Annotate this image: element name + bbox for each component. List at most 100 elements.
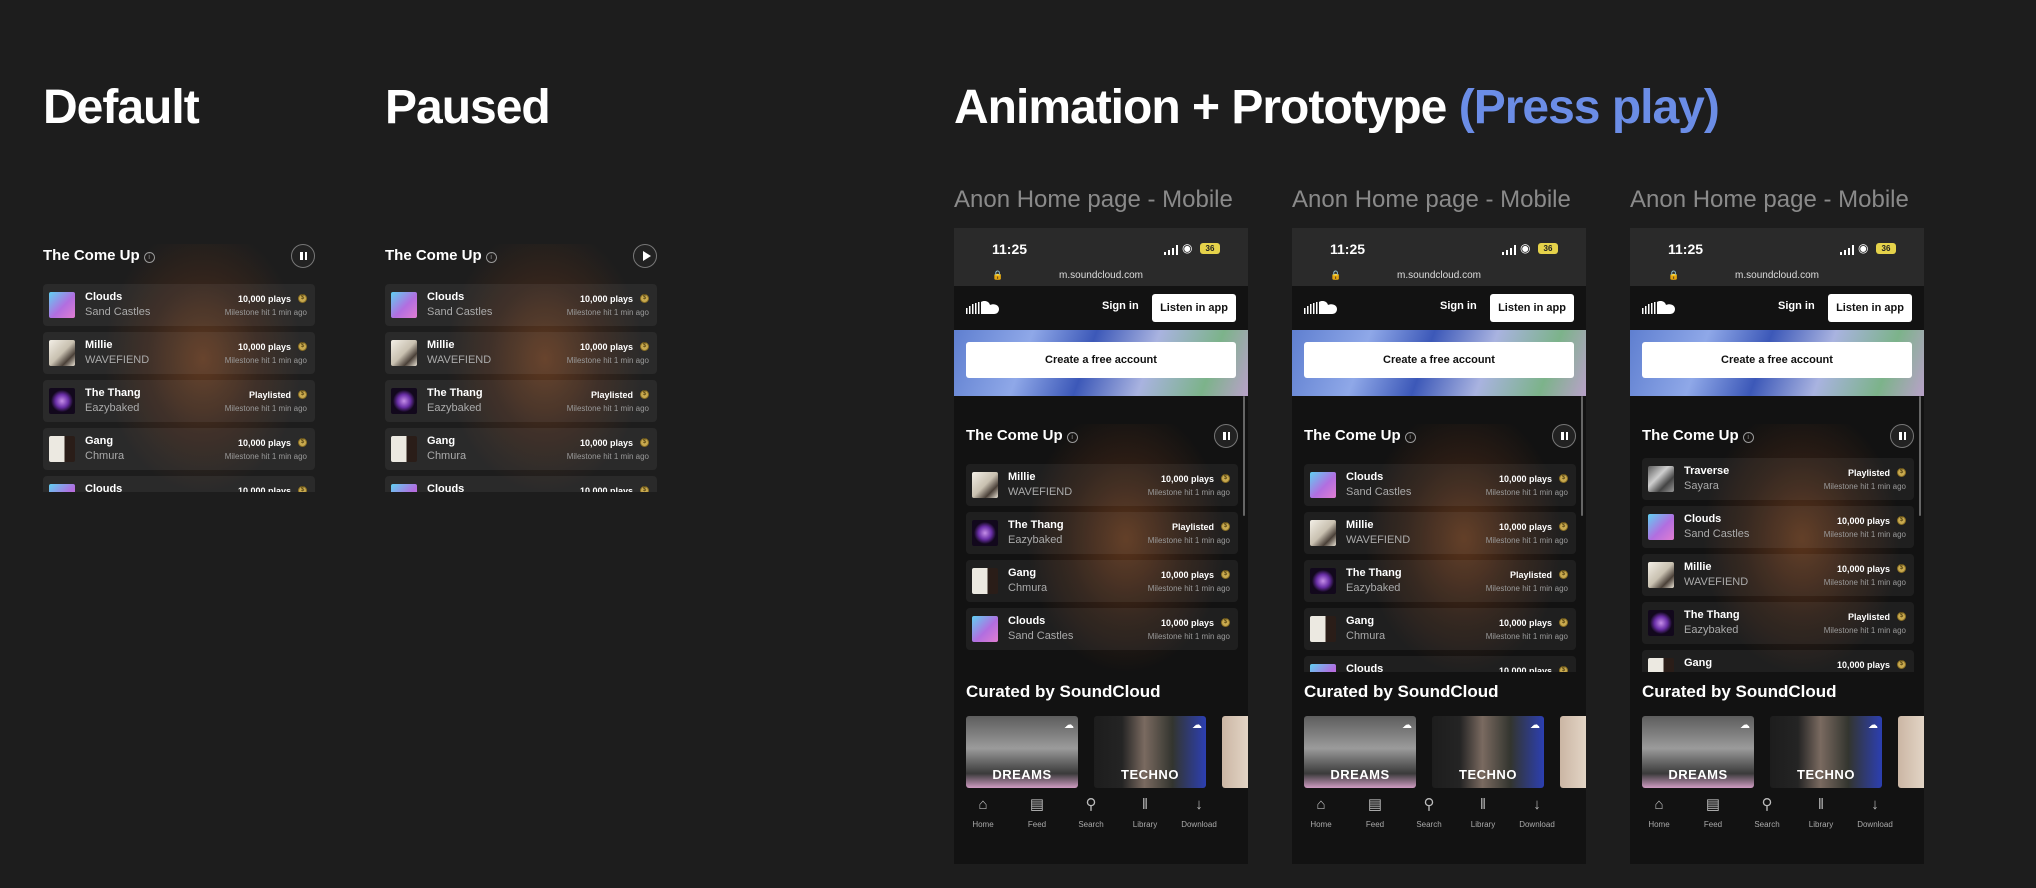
soundcloud-logo-icon[interactable]: [966, 298, 1002, 316]
pause-button[interactable]: [1214, 424, 1238, 448]
tab-home[interactable]: ⌂ Home: [1294, 796, 1348, 829]
soundcloud-logo-icon[interactable]: [1642, 298, 1678, 316]
tab-download[interactable]: ↓ Download: [1510, 796, 1564, 829]
sign-in-link[interactable]: Sign in: [1778, 300, 1815, 312]
tab-download[interactable]: ↓ Download: [1848, 796, 1902, 829]
listen-in-app-button[interactable]: Listen in app: [1828, 294, 1912, 322]
track-row[interactable]: CloudsSand Castles10,000 plays$Milestone…: [1304, 464, 1576, 506]
scrollbar[interactable]: [1581, 396, 1583, 516]
track-row[interactable]: The Thang Eazybaked Playlisted $ Milestone h…: [385, 380, 657, 422]
tab-search[interactable]: ⚲ Search: [1402, 796, 1456, 829]
playlist-card-techno[interactable]: ☁ TECHNO: [1432, 716, 1544, 788]
track-row[interactable]: Clouds 10,000 plays $: [385, 476, 657, 492]
playlist-card-dreams[interactable]: ☁ DREAMS: [1642, 716, 1754, 788]
listen-in-app-button[interactable]: Listen in app: [1490, 294, 1574, 322]
track-name: Clouds: [1346, 663, 1384, 672]
tab-feed[interactable]: ▤ Feed: [1348, 796, 1402, 829]
pause-button[interactable]: [291, 244, 315, 268]
track-row[interactable]: CloudsSand Castles10,000 plays$Milestone…: [1642, 506, 1914, 548]
home-icon: ⌂: [1316, 796, 1326, 813]
url-bar[interactable]: m.soundcloud.com: [1292, 270, 1586, 281]
track-artist: Chmura: [427, 450, 467, 462]
track-artwork: [49, 292, 75, 318]
track-row[interactable]: Millie WAVEFIEND 10,000 plays $ Milestone hi…: [385, 332, 657, 374]
playlist-card-techno[interactable]: ☁ TECHNO: [1094, 716, 1206, 788]
track-row[interactable]: Millie WAVEFIEND 10,000 plays $ Milestone hi…: [1642, 554, 1914, 596]
bottom-tab-bar: ⌂ Home ▤ Feed ⚲ Search ‖ Library ↓ Download: [1292, 788, 1586, 864]
tab-feed[interactable]: ▤ Feed: [1010, 796, 1064, 829]
curated-cards: ☁ DREAMS ☁ TECHNO: [1642, 716, 1924, 788]
listen-in-app-button[interactable]: Listen in app: [1152, 294, 1236, 322]
tab-library[interactable]: ‖ Library: [1456, 796, 1510, 829]
track-artwork: [1310, 472, 1336, 498]
info-icon[interactable]: i: [1742, 432, 1754, 443]
playlist-card-partial[interactable]: [1560, 716, 1586, 788]
track-row[interactable]: The Thang Eazybaked Playlisted $ Milestone h…: [43, 380, 315, 422]
tab-label: Download: [1519, 820, 1555, 829]
track-row[interactable]: CloudsSand Castles10,000 plays$Milestone…: [43, 284, 315, 326]
track-artist: Eazybaked: [1008, 534, 1063, 546]
track-row[interactable]: The Thang Eazybaked Playlisted $ Milestone h…: [1642, 602, 1914, 644]
scrollbar[interactable]: [1243, 396, 1245, 516]
track-metric: 10,000 plays: [579, 486, 633, 492]
track-row[interactable]: GangChmura10,000 plays$Milestone hit 1 m…: [43, 428, 315, 470]
playlist-card-partial[interactable]: [1898, 716, 1924, 788]
tab-search[interactable]: ⚲ Search: [1740, 796, 1794, 829]
widget-header: The Come Up i: [43, 244, 315, 268]
sign-in-link[interactable]: Sign in: [1440, 300, 1477, 312]
track-row[interactable]: GangChmura10,000 plays$Milestone hit 1 m…: [966, 560, 1238, 602]
track-row[interactable]: Millie WAVEFIEND 10,000 plays $ Milestone hi…: [43, 332, 315, 374]
status-bar: 11:25 ◉ 36 🔒 m.soundcloud.com: [1292, 228, 1586, 286]
url-bar[interactable]: m.soundcloud.com: [954, 270, 1248, 281]
tab-home[interactable]: ⌂ Home: [956, 796, 1010, 829]
tab-library[interactable]: ‖ Library: [1794, 796, 1848, 829]
create-account-button[interactable]: Create a free account: [966, 342, 1236, 378]
track-row[interactable]: GangChmura10,000 plays$Milestone hit 1 m…: [385, 428, 657, 470]
playlist-card-techno[interactable]: ☁ TECHNO: [1770, 716, 1882, 788]
play-button[interactable]: [633, 244, 657, 268]
track-name: Clouds: [1008, 615, 1046, 627]
info-icon[interactable]: i: [1404, 432, 1416, 443]
create-account-button[interactable]: Create a free account: [1304, 342, 1574, 378]
tab-feed[interactable]: ▤ Feed: [1686, 796, 1740, 829]
playlist-card-partial[interactable]: [1222, 716, 1248, 788]
home-icon: ⌂: [978, 796, 988, 813]
search-icon: ⚲: [1761, 796, 1773, 813]
tab-search[interactable]: ⚲ Search: [1064, 796, 1118, 829]
create-account-button[interactable]: Create a free account: [1642, 342, 1912, 378]
tab-download[interactable]: ↓ Download: [1172, 796, 1226, 829]
info-icon[interactable]: i: [143, 252, 155, 263]
track-row[interactable]: Traverse Sayara Playlisted $ Milestone hit 1…: [1642, 458, 1914, 500]
info-icon[interactable]: i: [1066, 432, 1078, 443]
pause-icon: [300, 252, 307, 260]
tab-library[interactable]: ‖ Library: [1118, 796, 1172, 829]
scrollbar[interactable]: [1919, 396, 1921, 516]
info-icon[interactable]: i: [485, 252, 497, 263]
track-metric: Playlisted: [1847, 612, 1890, 622]
track-row[interactable]: GangChmura10,000 plays$Milestone hit 1 m…: [1304, 608, 1576, 650]
milestone-coin-icon: $: [640, 438, 649, 447]
url-bar[interactable]: m.soundcloud.com: [1630, 270, 1924, 281]
playlist-card-dreams[interactable]: ☁ DREAMS: [1304, 716, 1416, 788]
milestone-coin-icon: $: [1897, 516, 1906, 525]
soundcloud-logo-icon[interactable]: [1304, 298, 1340, 316]
track-row[interactable]: The Thang Eazybaked Playlisted $ Milestone h…: [966, 512, 1238, 554]
track-row[interactable]: CloudsSand Castles10,000 plays$Milestone…: [1304, 656, 1576, 672]
tab-home[interactable]: ⌂ Home: [1632, 796, 1686, 829]
track-artwork: [972, 520, 998, 546]
pause-button[interactable]: [1890, 424, 1914, 448]
track-row[interactable]: Clouds 10,000 plays $: [43, 476, 315, 492]
sign-in-link[interactable]: Sign in: [1102, 300, 1139, 312]
track-row[interactable]: The Thang Eazybaked Playlisted $ Milestone h…: [1304, 560, 1576, 602]
track-row[interactable]: Millie WAVEFIEND 10,000 plays $ Milestone hi…: [1304, 512, 1576, 554]
soundcloud-badge-icon: ☁: [1740, 720, 1750, 731]
track-row[interactable]: Millie WAVEFIEND 10,000 plays $ Milestone hi…: [966, 464, 1238, 506]
status-bar: 11:25 ◉ 36 🔒 m.soundcloud.com: [1630, 228, 1924, 286]
pause-button[interactable]: [1552, 424, 1576, 448]
playlist-card-dreams[interactable]: ☁ DREAMS: [966, 716, 1078, 788]
milestone-coin-icon: $: [1221, 618, 1230, 627]
track-row[interactable]: CloudsSand Castles10,000 plays$Milestone…: [966, 608, 1238, 650]
track-row[interactable]: CloudsSand Castles10,000 plays$Milestone…: [385, 284, 657, 326]
track-row[interactable]: GangChmura10,000 plays$Milestone hit 1 m…: [1642, 650, 1914, 672]
track-milestone: Milestone hit 1 min ago: [1485, 536, 1568, 545]
